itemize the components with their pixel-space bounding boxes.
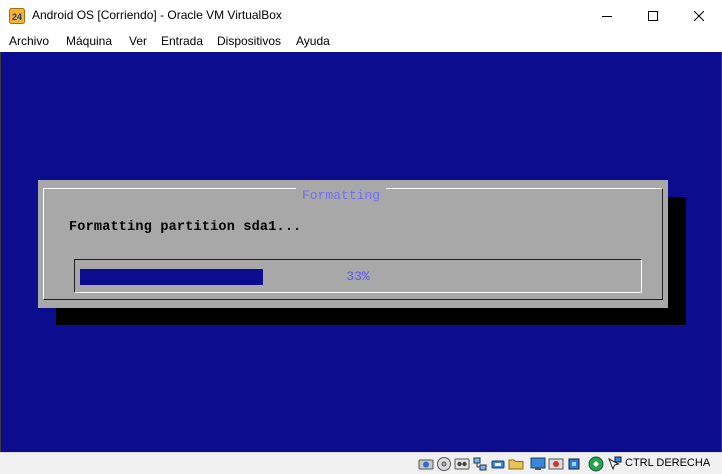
- cpu-icon[interactable]: [566, 456, 582, 472]
- maximize-icon: [648, 10, 658, 21]
- progress-bar: 33%: [74, 259, 642, 293]
- virtualbox-icon: 24: [9, 8, 25, 24]
- minimize-icon: [602, 15, 612, 17]
- menu-bar: Archivo Máquina Ver Entrada Dispositivos…: [0, 31, 722, 52]
- guest-screen[interactable]: Formatting Formatting partition sda1... …: [0, 52, 722, 452]
- minimize-button[interactable]: [584, 0, 630, 31]
- menu-ayuda[interactable]: Ayuda: [296, 34, 330, 48]
- display-icon[interactable]: [530, 456, 546, 472]
- close-button[interactable]: [676, 0, 722, 31]
- status-bar: CTRL DERECHA: [0, 452, 722, 474]
- menu-dispositivos[interactable]: Dispositivos: [217, 34, 281, 48]
- network-icon[interactable]: [472, 456, 488, 472]
- maximize-button[interactable]: [630, 0, 676, 31]
- dialog-title: Formatting: [296, 188, 387, 204]
- window-title: Android OS [Corriendo] - Oracle VM Virtu…: [32, 8, 282, 22]
- host-key-label: CTRL DERECHA: [625, 457, 711, 469]
- video-capture-icon[interactable]: [548, 456, 564, 472]
- svg-text:24: 24: [12, 12, 22, 22]
- hard-disk-icon[interactable]: [418, 456, 434, 472]
- menu-entrada[interactable]: Entrada: [161, 34, 203, 48]
- audio-icon[interactable]: [454, 456, 470, 472]
- menu-maquina[interactable]: Máquina: [66, 34, 112, 48]
- progress-label: 33%: [346, 269, 370, 284]
- close-icon: [694, 10, 704, 21]
- formatting-dialog: Formatting Formatting partition sda1... …: [38, 180, 668, 308]
- optical-drive-icon[interactable]: [436, 456, 452, 472]
- usb-icon[interactable]: [490, 456, 506, 472]
- title-bar: 24 Android OS [Corriendo] - Oracle VM Vi…: [0, 0, 722, 31]
- menu-ver[interactable]: Ver: [129, 34, 147, 48]
- dialog-message: Formatting partition sda1...: [69, 220, 302, 235]
- dialog-frame: Formatting Formatting partition sda1... …: [43, 188, 663, 300]
- mouse-integration-icon[interactable]: [588, 456, 604, 472]
- keyboard-capture-icon[interactable]: [606, 456, 622, 472]
- menu-archivo[interactable]: Archivo: [9, 34, 49, 48]
- shared-folders-icon[interactable]: [508, 456, 524, 472]
